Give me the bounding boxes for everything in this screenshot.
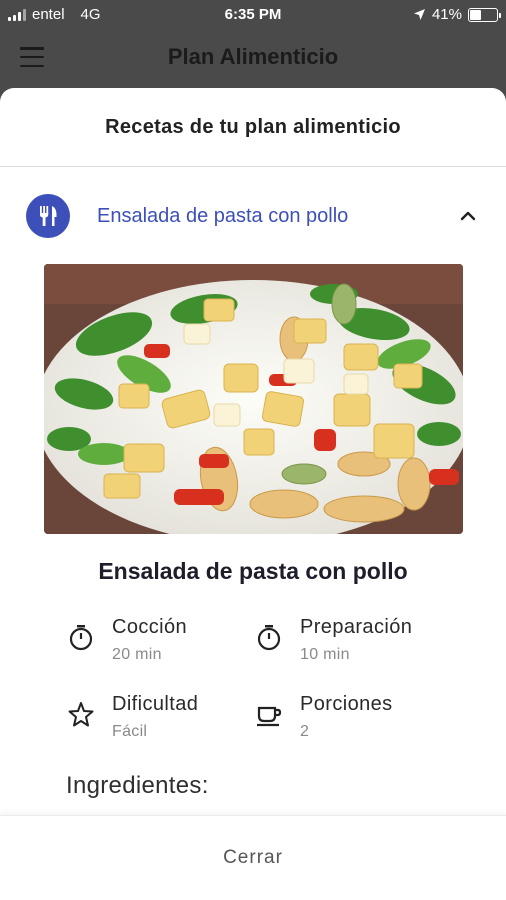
preparacion-value: 10 min [300, 646, 350, 663]
recipe-name-link[interactable]: Ensalada de pasta con pollo [97, 205, 456, 228]
ingredients-heading: Ingredientes: [66, 772, 209, 799]
status-right: 41% [413, 6, 501, 23]
dificultad-label: Dificultad [112, 693, 199, 715]
info-coccion: Cocción 20 min [66, 616, 187, 664]
battery-percent: 41% [431, 6, 462, 23]
dish-title: Ensalada de pasta con pollo [98, 558, 408, 584]
fork-knife-icon [26, 194, 70, 238]
app-title: Plan Alimenticio [167, 44, 339, 69]
location-arrow-icon [413, 9, 425, 20]
close-button[interactable]: Cerrar [203, 837, 303, 879]
info-porciones: Porciones 2 [254, 693, 393, 741]
recipes-sheet: Recetas de tu plan alimenticio Ensalada … [0, 88, 506, 900]
stopwatch-icon [257, 625, 281, 651]
info-dificultad: Dificultad Fácil [66, 693, 198, 741]
coccion-value: 20 min [112, 646, 162, 663]
recipe-photo [44, 264, 463, 534]
app-bar: Plan Alimenticio [0, 30, 506, 88]
battery-icon [468, 7, 501, 22]
chevron-up-icon[interactable] [456, 204, 480, 228]
porciones-label: Porciones [300, 693, 393, 715]
sheet-footer: Cerrar [0, 815, 506, 900]
dificultad-value: Fácil [112, 723, 148, 740]
cup-icon [257, 706, 282, 727]
recipe-accordion-header[interactable]: Ensalada de pasta con pollo [26, 194, 480, 238]
info-preparacion: Preparación 10 min [254, 616, 412, 664]
porciones-value: 2 [300, 723, 310, 740]
stopwatch-icon [69, 625, 93, 651]
star-icon [68, 702, 94, 727]
coccion-label: Cocción [112, 616, 188, 638]
preparacion-label: Preparación [300, 616, 413, 638]
status-bar: entel 4G 6:35 PM 41% [0, 0, 506, 30]
sheet-title: Recetas de tu plan alimenticio [0, 88, 506, 167]
